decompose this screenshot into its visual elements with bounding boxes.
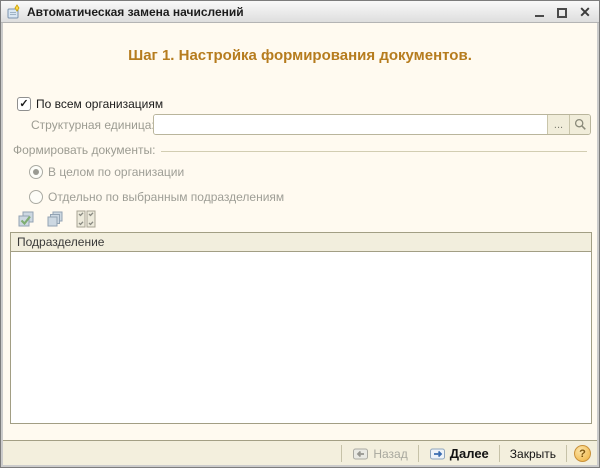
- structural-unit-field: ...: [153, 114, 591, 135]
- document-star-icon: [6, 4, 22, 20]
- invert-marks-icon[interactable]: [73, 208, 99, 230]
- all-orgs-row: ✓ По всем организациям: [17, 97, 163, 111]
- generate-docs-label: Формировать документы:: [13, 143, 155, 157]
- grid-toolbar: [15, 208, 99, 230]
- radio-whole-organization-label: В целом по организации: [48, 165, 184, 179]
- structural-unit-label: Структурная единица:: [31, 118, 155, 132]
- group-separator-line: [161, 151, 587, 152]
- minimize-button[interactable]: [533, 6, 545, 18]
- next-arrow-icon: [429, 447, 446, 461]
- back-arrow-icon: [352, 447, 369, 461]
- close-window-button[interactable]: ✕: [579, 6, 591, 18]
- title-bar: Автоматическая замена начислений ✕: [1, 1, 599, 23]
- column-header-department: Подразделение: [11, 233, 591, 252]
- back-button-label: Назад: [373, 447, 407, 461]
- structural-unit-input[interactable]: [154, 115, 547, 134]
- all-orgs-label[interactable]: По всем организациям: [36, 97, 163, 111]
- window-title: Автоматическая замена начислений: [27, 5, 533, 19]
- radio-selected-departments[interactable]: Отдельно по выбранным подразделениям: [29, 190, 284, 204]
- next-button-label: Далее: [450, 446, 489, 461]
- help-button[interactable]: ?: [574, 445, 591, 462]
- structural-unit-ellipsis-button[interactable]: ...: [547, 115, 569, 134]
- check-all-icon[interactable]: [15, 208, 37, 230]
- footer-divider: [499, 445, 500, 462]
- footer-divider: [418, 445, 419, 462]
- generate-docs-group: Формировать документы:: [13, 143, 587, 157]
- back-button[interactable]: Назад: [349, 445, 410, 463]
- dialog-window: Автоматическая замена начислений ✕ Шаг 1…: [0, 0, 600, 468]
- window-frame-bottom: [1, 465, 599, 467]
- radio-whole-organization[interactable]: В целом по организации: [29, 165, 184, 179]
- footer-bar: Назад Далее Закрыть ?: [1, 440, 599, 466]
- window-frame-left: [1, 23, 3, 467]
- all-orgs-checkbox[interactable]: ✓: [17, 97, 31, 111]
- radio-unselected-icon: [29, 190, 43, 204]
- window-frame-right: [597, 23, 599, 467]
- maximize-button[interactable]: [556, 6, 568, 18]
- step-heading: Шаг 1. Настройка формирования документов…: [1, 47, 599, 64]
- stack-items-icon[interactable]: [44, 208, 66, 230]
- close-button-label: Закрыть: [510, 447, 556, 461]
- magnifier-icon[interactable]: [569, 115, 590, 134]
- departments-table: Подразделение: [10, 232, 592, 424]
- departments-table-body[interactable]: [11, 252, 591, 423]
- radio-selected-departments-label: Отдельно по выбранным подразделениям: [48, 190, 284, 204]
- close-button[interactable]: Закрыть: [507, 445, 559, 463]
- footer-divider: [341, 445, 342, 462]
- next-button[interactable]: Далее: [426, 444, 492, 463]
- footer-divider: [566, 445, 567, 462]
- radio-selected-icon: [29, 165, 43, 179]
